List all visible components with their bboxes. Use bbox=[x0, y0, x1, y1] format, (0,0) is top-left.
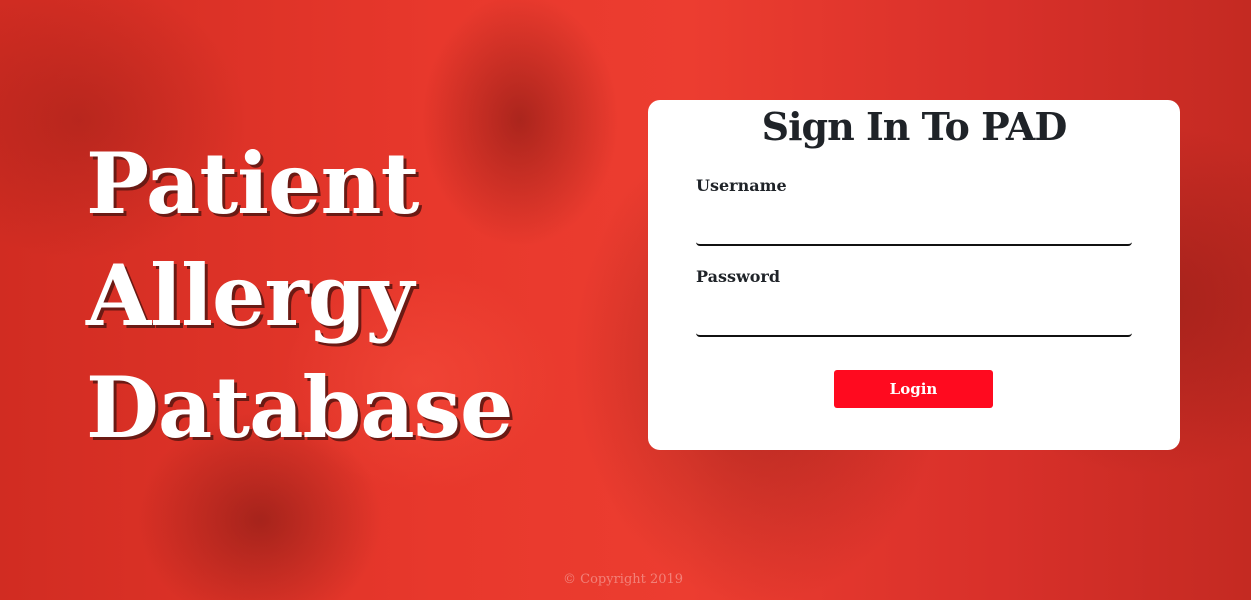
password-input[interactable] bbox=[696, 303, 1132, 337]
login-form: Sign In To PAD Username Password Login bbox=[648, 100, 1180, 450]
hero-title-line: Database bbox=[86, 358, 513, 457]
login-button[interactable]: Login bbox=[834, 370, 993, 408]
hero-title-line: Patient bbox=[86, 134, 419, 233]
username-label: Username bbox=[696, 176, 787, 195]
hero-title-line: Allergy bbox=[86, 246, 414, 345]
password-label: Password bbox=[696, 267, 781, 286]
hero-title: Patient Allergy Database bbox=[86, 128, 513, 464]
username-input[interactable] bbox=[696, 212, 1132, 246]
copyright-footer: © Copyright 2019 bbox=[563, 572, 684, 587]
login-title: Sign In To PAD bbox=[761, 104, 1068, 149]
